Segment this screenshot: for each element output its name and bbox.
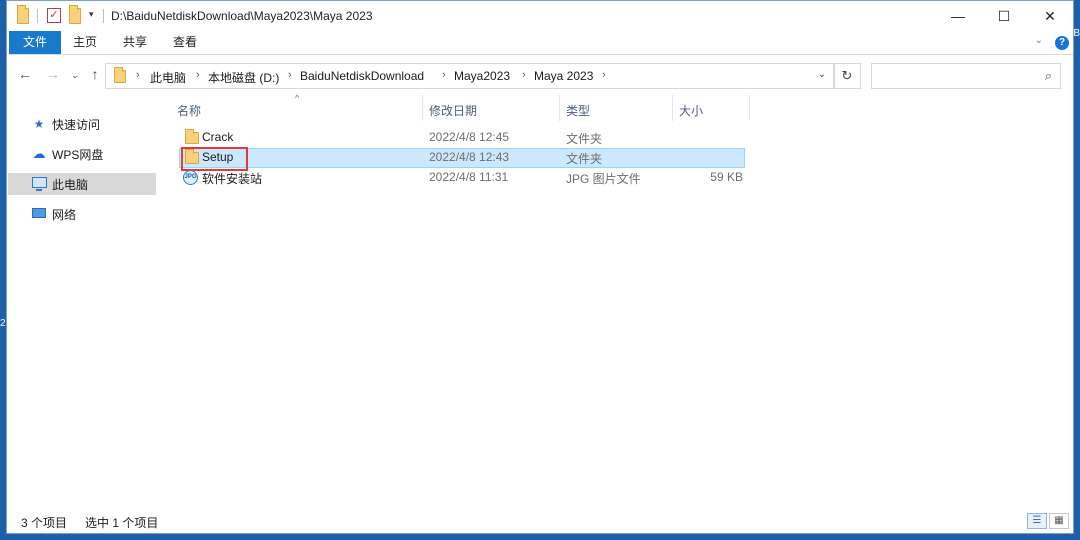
network-icon [30, 207, 48, 221]
desktop-edge-fragment-right: B [1073, 28, 1080, 39]
sidebar-item-label: 网络 [52, 207, 77, 222]
help-icon[interactable]: ? [1055, 36, 1069, 50]
crumb-maya2023[interactable]: Maya2023 [454, 69, 510, 83]
crumb-maya-2023[interactable]: Maya 2023 [534, 69, 593, 83]
crumb-baidu-download[interactable]: BaiduNetdiskDownload [300, 69, 424, 83]
file-size: 59 KB [710, 170, 743, 184]
refresh-icon: ↻ [841, 68, 853, 83]
file-row[interactable]: Setup 2022/4/8 12:43 文件夹 [179, 148, 745, 168]
crumb-separator[interactable]: › [442, 69, 446, 81]
close-button[interactable]: ✕ [1027, 1, 1073, 31]
sidebar-item-wps-drive[interactable]: ☁ WPS网盘 [8, 143, 156, 165]
search-input[interactable]: ⌕ [871, 63, 1061, 89]
computer-icon [30, 177, 48, 191]
properties-quick-icon[interactable]: ✓ [47, 8, 61, 23]
details-view-icon: ☰ [1032, 515, 1042, 526]
column-header-label: 大小 [679, 104, 704, 118]
new-folder-quick-icon[interactable] [69, 5, 81, 24]
sidebar-item-quick-access[interactable]: ★ 快速访问 [8, 113, 156, 135]
tab-file[interactable]: 文件 [9, 31, 61, 54]
large-icons-view-button[interactable]: ▦ [1049, 513, 1069, 529]
search-icon[interactable]: ⌕ [1045, 68, 1052, 84]
address-folder-icon [114, 67, 126, 86]
crumb-separator[interactable]: › [602, 69, 606, 81]
minimize-button[interactable]: — [935, 1, 981, 31]
up-icon[interactable]: ↑ [85, 66, 105, 82]
crumb-separator[interactable]: › [196, 69, 200, 81]
column-header-type[interactable]: 类型 [560, 95, 672, 121]
refresh-button[interactable]: ↻ [833, 63, 861, 89]
address-bar[interactable]: › 此电脑 › 本地磁盘 (D:) › BaiduNetdiskDownload… [105, 63, 835, 89]
file-type: JPG 图片文件 [566, 172, 641, 186]
recent-locations-icon[interactable]: ⌄ [65, 70, 85, 81]
window-title: D:\BaiduNetdiskDownload\Maya2023\Maya 20… [111, 9, 373, 23]
item-count: 3 个项目 [21, 516, 68, 530]
tab-home[interactable]: 主页 [63, 31, 107, 54]
folder-icon [185, 129, 199, 147]
crumb-separator: › [136, 69, 140, 81]
file-name: 软件安装站 [202, 172, 263, 186]
large-icons-view-icon: ▦ [1054, 515, 1064, 526]
tab-share[interactable]: 共享 [113, 31, 157, 54]
sidebar-item-label: WPS网盘 [52, 147, 104, 162]
column-header-name[interactable]: 名称 [173, 95, 423, 121]
file-type: 文件夹 [566, 152, 603, 166]
file-date: 2022/4/8 11:31 [429, 170, 509, 184]
crumb-separator[interactable]: › [288, 69, 292, 81]
column-header-label: 名称 [177, 104, 202, 118]
crumb-separator[interactable]: › [522, 69, 526, 81]
cloud-icon: ☁ [32, 146, 46, 161]
navigation-pane: ★ 快速访问 ☁ WPS网盘 此电脑 网络 [7, 105, 159, 505]
file-date: 2022/4/8 12:45 [429, 130, 510, 144]
column-header-label: 修改日期 [429, 104, 478, 118]
file-date: 2022/4/8 12:43 [429, 150, 510, 164]
file-row[interactable]: Crack 2022/4/8 12:45 文件夹 [179, 128, 745, 148]
column-header-size[interactable]: 大小 [673, 95, 749, 121]
file-type: 文件夹 [566, 132, 603, 146]
column-divider[interactable] [749, 95, 750, 121]
jpg-file-icon: JPG [183, 170, 198, 185]
details-view-button[interactable]: ☰ [1027, 513, 1047, 529]
title-separator [37, 9, 38, 23]
quick-access-dropdown-icon[interactable]: ▾ [89, 9, 94, 20]
star-icon: ★ [33, 117, 45, 131]
window-folder-icon [17, 5, 29, 24]
back-icon[interactable]: ← [15, 66, 35, 82]
status-bar: 3 个项目 选中 1 个项目 ☰ ▦ [7, 509, 1073, 533]
sidebar-item-label: 此电脑 [52, 177, 89, 192]
selection-count: 选中 1 个项目 [85, 516, 159, 530]
file-list: ^ 名称 修改日期 类型 大小 Crack 2022/4/8 12:45 文件夹… [173, 93, 753, 195]
file-name: Crack [202, 130, 234, 144]
forward-icon[interactable]: → [43, 66, 63, 82]
tab-view[interactable]: 查看 [163, 31, 207, 54]
navigation-bar: ← → ⌄ ↑ › 此电脑 › 本地磁盘 (D:) › BaiduNetdisk… [7, 61, 1073, 91]
sidebar-item-network[interactable]: 网络 [8, 203, 156, 225]
sidebar-item-label: 快速访问 [52, 117, 101, 132]
column-header-label: 类型 [566, 104, 591, 118]
title-bar: ✓ ▾ D:\BaiduNetdiskDownload\Maya2023\May… [7, 1, 1073, 31]
column-header-date[interactable]: 修改日期 [423, 95, 559, 121]
crumb-this-pc[interactable]: 此电脑 [150, 69, 186, 86]
desktop-edge-fragment: 2 [0, 318, 6, 329]
maximize-button[interactable]: ☐ [981, 1, 1027, 31]
sidebar-item-this-pc[interactable]: 此电脑 [8, 173, 156, 195]
address-dropdown-icon[interactable]: ⌄ [818, 69, 826, 80]
ribbon-tabs: 文件 主页 共享 查看 ⌄ ? [7, 31, 1073, 55]
title-separator-2 [103, 9, 104, 23]
crumb-drive-d[interactable]: 本地磁盘 (D:) [208, 69, 279, 86]
explorer-window: ✓ ▾ D:\BaiduNetdiskDownload\Maya2023\May… [6, 0, 1074, 534]
file-row[interactable]: JPG 软件安装站 2022/4/8 11:31 JPG 图片文件 59 KB [179, 168, 745, 188]
expand-ribbon-icon[interactable]: ⌄ [1035, 35, 1043, 46]
